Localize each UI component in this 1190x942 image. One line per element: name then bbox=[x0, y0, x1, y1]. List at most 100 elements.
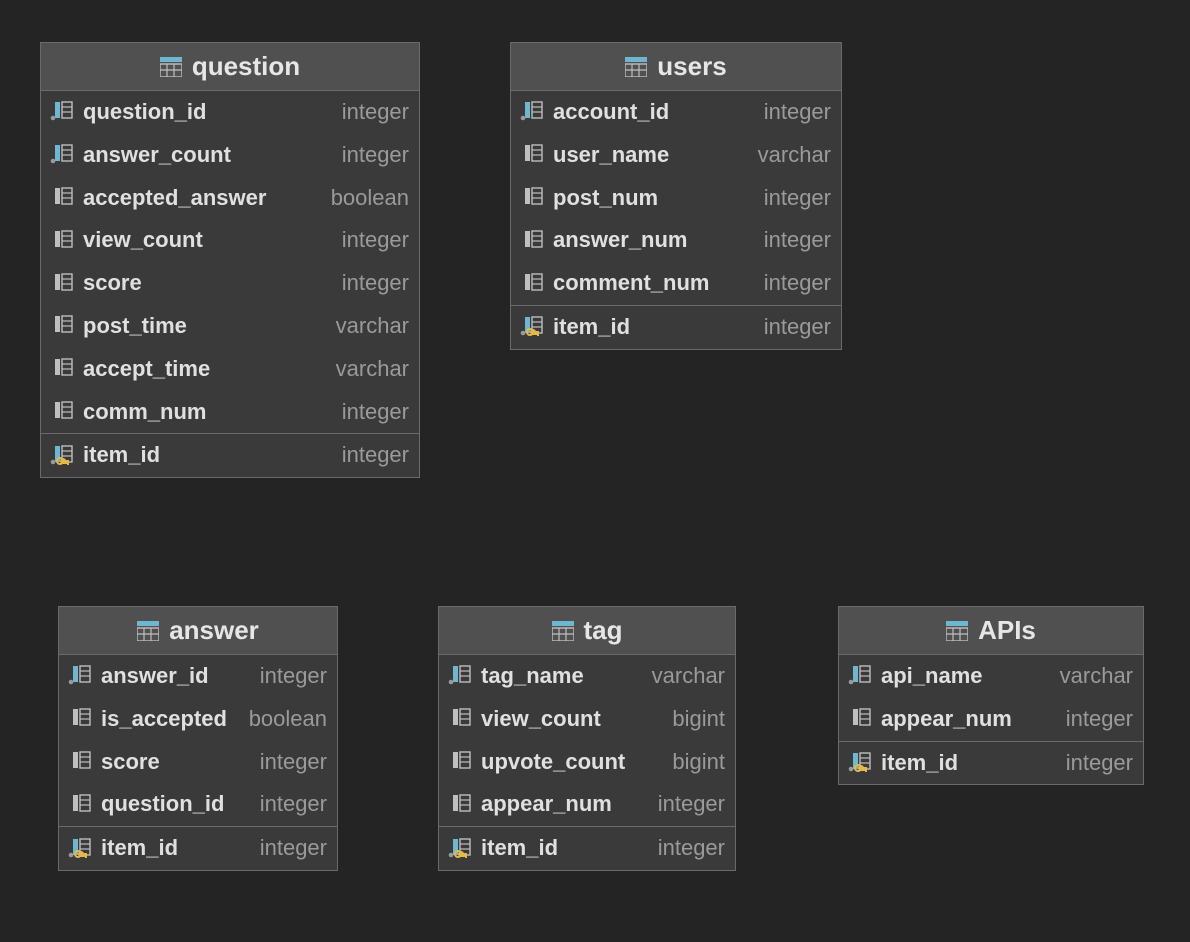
column-type: varchar bbox=[1060, 661, 1133, 692]
column-name: account_id bbox=[545, 97, 764, 128]
column-answer_id[interactable]: answer_idinteger bbox=[59, 655, 337, 698]
table-icon bbox=[625, 57, 647, 77]
table-title: answer bbox=[169, 615, 259, 646]
column-appear_num[interactable]: appear_numinteger bbox=[839, 698, 1143, 741]
column-view_count[interactable]: view_countinteger bbox=[41, 219, 419, 262]
column-type: integer bbox=[260, 789, 327, 820]
column-question_id[interactable]: question_idinteger bbox=[41, 91, 419, 134]
column-icon bbox=[448, 708, 472, 730]
column-type: integer bbox=[342, 140, 409, 171]
column-type: varchar bbox=[652, 661, 725, 692]
column-account_id[interactable]: account_idinteger bbox=[511, 91, 841, 134]
column-name: post_time bbox=[75, 311, 336, 342]
table-APIs[interactable]: APIsapi_namevarcharappear_numintegeritem… bbox=[838, 606, 1144, 785]
column-appear_num[interactable]: appear_numinteger bbox=[439, 783, 735, 826]
column-type: integer bbox=[342, 268, 409, 299]
column-icon bbox=[448, 751, 472, 773]
foreign-key-icon bbox=[50, 445, 74, 467]
column-name: is_accepted bbox=[93, 704, 249, 735]
column-type: integer bbox=[342, 397, 409, 428]
column-view_count[interactable]: view_countbigint bbox=[439, 698, 735, 741]
column-name: accepted_answer bbox=[75, 183, 331, 214]
column-icon bbox=[68, 708, 92, 730]
foreign-key-icon bbox=[68, 838, 92, 860]
pk-column-icon bbox=[848, 665, 872, 687]
column-api_name[interactable]: api_namevarchar bbox=[839, 655, 1143, 698]
column-type: varchar bbox=[758, 140, 831, 171]
column-upvote_count[interactable]: upvote_countbigint bbox=[439, 741, 735, 784]
column-item_id[interactable]: item_idinteger bbox=[511, 305, 841, 349]
column-tag_name[interactable]: tag_namevarchar bbox=[439, 655, 735, 698]
column-type: boolean bbox=[331, 183, 409, 214]
column-accepted_answer[interactable]: accepted_answerboolean bbox=[41, 177, 419, 220]
table-icon bbox=[137, 621, 159, 641]
column-type: integer bbox=[1066, 704, 1133, 735]
column-post_num[interactable]: post_numinteger bbox=[511, 177, 841, 220]
column-type: integer bbox=[764, 268, 831, 299]
table-header[interactable]: answer bbox=[59, 607, 337, 655]
column-icon bbox=[448, 794, 472, 816]
pk-column-icon bbox=[50, 101, 74, 123]
table-answer[interactable]: answeranswer_idintegeris_acceptedboolean… bbox=[58, 606, 338, 871]
column-item_id[interactable]: item_idinteger bbox=[439, 826, 735, 870]
column-type: integer bbox=[342, 97, 409, 128]
table-icon bbox=[946, 621, 968, 641]
table-header[interactable]: question bbox=[41, 43, 419, 91]
foreign-key-icon bbox=[848, 752, 872, 774]
column-name: comm_num bbox=[75, 397, 342, 428]
column-type: varchar bbox=[336, 354, 409, 385]
column-type: bigint bbox=[672, 747, 725, 778]
column-answer_num[interactable]: answer_numinteger bbox=[511, 219, 841, 262]
column-item_id[interactable]: item_idinteger bbox=[839, 741, 1143, 785]
column-type: integer bbox=[1066, 748, 1133, 779]
table-header[interactable]: users bbox=[511, 43, 841, 91]
table-tag[interactable]: tagtag_namevarcharview_countbigintupvote… bbox=[438, 606, 736, 871]
column-score[interactable]: scoreinteger bbox=[59, 741, 337, 784]
column-name: item_id bbox=[473, 833, 658, 864]
column-icon bbox=[50, 273, 74, 295]
column-type: integer bbox=[764, 312, 831, 343]
table-header[interactable]: tag bbox=[439, 607, 735, 655]
column-item_id[interactable]: item_idinteger bbox=[41, 433, 419, 477]
table-header[interactable]: APIs bbox=[839, 607, 1143, 655]
column-icon bbox=[520, 273, 544, 295]
column-post_time[interactable]: post_timevarchar bbox=[41, 305, 419, 348]
table-title: tag bbox=[584, 615, 623, 646]
column-name: accept_time bbox=[75, 354, 336, 385]
column-type: boolean bbox=[249, 704, 327, 735]
column-type: integer bbox=[342, 440, 409, 471]
column-score[interactable]: scoreinteger bbox=[41, 262, 419, 305]
column-is_accepted[interactable]: is_acceptedboolean bbox=[59, 698, 337, 741]
pk-column-icon bbox=[448, 665, 472, 687]
column-name: item_id bbox=[873, 748, 1066, 779]
column-name: item_id bbox=[93, 833, 260, 864]
column-name: post_num bbox=[545, 183, 764, 214]
column-icon bbox=[50, 187, 74, 209]
table-icon bbox=[552, 621, 574, 641]
column-comm_num[interactable]: comm_numinteger bbox=[41, 391, 419, 434]
foreign-key-icon bbox=[520, 316, 544, 338]
column-type: integer bbox=[260, 833, 327, 864]
column-name: api_name bbox=[873, 661, 1060, 692]
column-icon bbox=[520, 144, 544, 166]
column-user_name[interactable]: user_namevarchar bbox=[511, 134, 841, 177]
column-comment_num[interactable]: comment_numinteger bbox=[511, 262, 841, 305]
column-type: integer bbox=[658, 833, 725, 864]
column-accept_time[interactable]: accept_timevarchar bbox=[41, 348, 419, 391]
column-icon bbox=[50, 401, 74, 423]
column-item_id[interactable]: item_idinteger bbox=[59, 826, 337, 870]
column-question_id[interactable]: question_idinteger bbox=[59, 783, 337, 826]
column-icon bbox=[848, 708, 872, 730]
table-question[interactable]: questionquestion_idintegeranswer_countin… bbox=[40, 42, 420, 478]
column-name: tag_name bbox=[473, 661, 652, 692]
column-icon bbox=[520, 230, 544, 252]
table-users[interactable]: usersaccount_idintegeruser_namevarcharpo… bbox=[510, 42, 842, 350]
column-answer_count[interactable]: answer_countinteger bbox=[41, 134, 419, 177]
column-name: item_id bbox=[75, 440, 342, 471]
column-name: upvote_count bbox=[473, 747, 672, 778]
column-name: appear_num bbox=[473, 789, 658, 820]
column-type: varchar bbox=[336, 311, 409, 342]
column-icon bbox=[68, 794, 92, 816]
column-name: question_id bbox=[75, 97, 342, 128]
column-name: appear_num bbox=[873, 704, 1066, 735]
